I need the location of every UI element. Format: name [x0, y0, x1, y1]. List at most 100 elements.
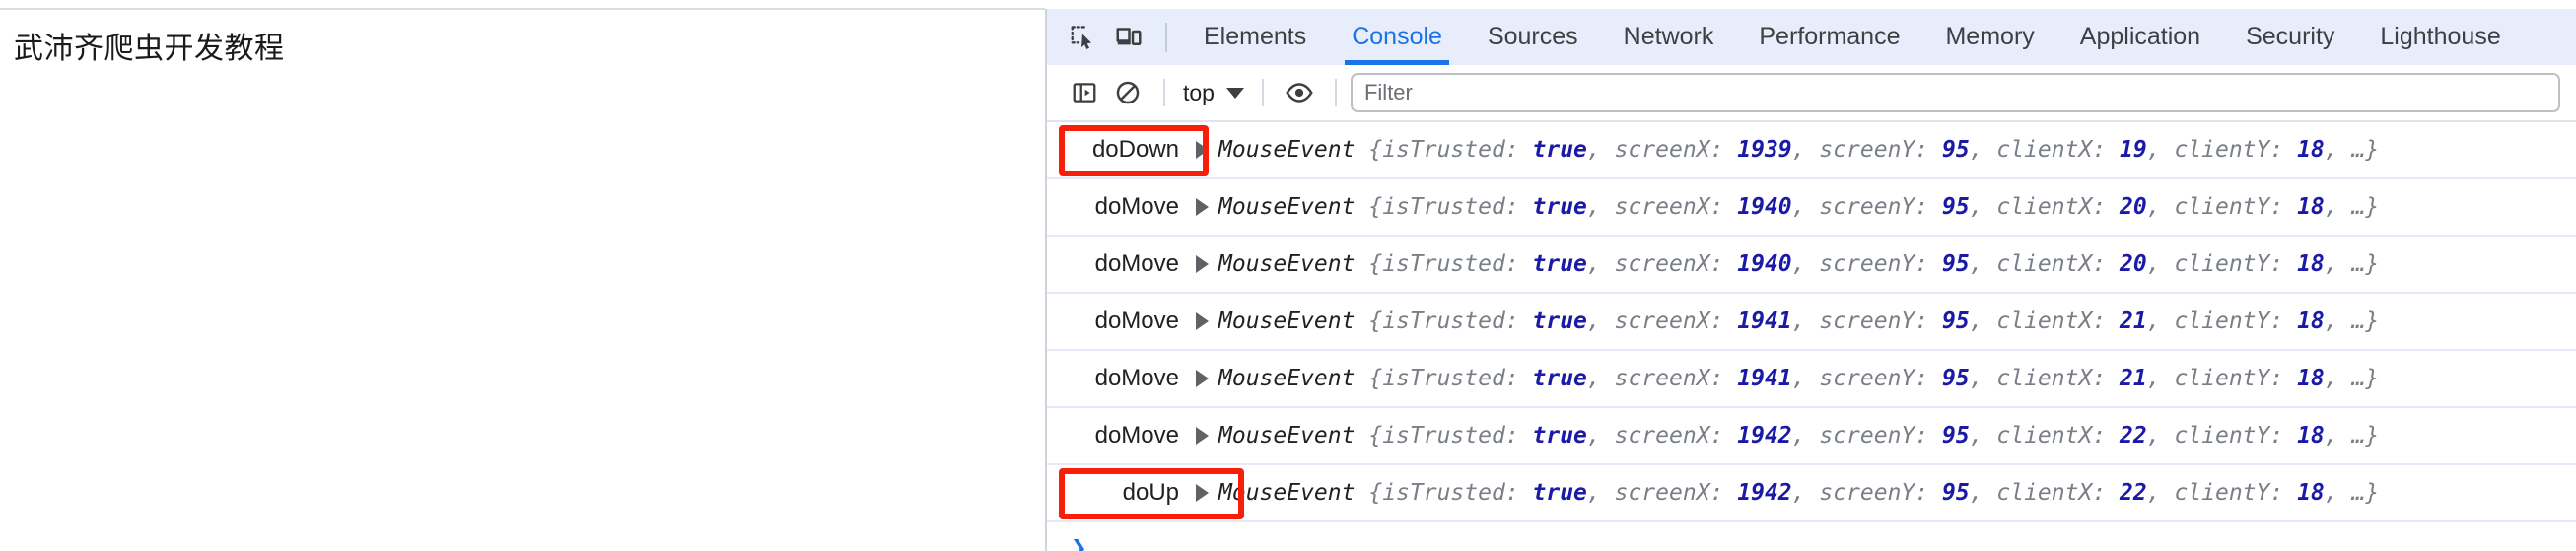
expand-triangle-icon[interactable] [1185, 370, 1218, 387]
console-message-label: doUp [1122, 479, 1179, 506]
console-filter-input[interactable] [1350, 73, 2560, 112]
prop-value: true [1532, 309, 1587, 334]
prop-value: 18 [2297, 251, 2325, 277]
prop-key: screenY [1819, 137, 1915, 163]
prop-key: clientX [1996, 137, 2093, 163]
tab-security[interactable]: Security [2223, 9, 2357, 65]
preview-ellipsis: … [2351, 251, 2366, 277]
page-title: 武沛齐爬虫开发教程 [14, 33, 285, 65]
object-constructor: MouseEvent [1218, 251, 1356, 277]
prop-key: screenX [1614, 423, 1710, 448]
prop-key: screenX [1614, 194, 1710, 220]
execution-context-selector[interactable]: top [1179, 80, 1248, 106]
prop-key: isTrusted [1382, 194, 1505, 220]
expand-triangle-icon[interactable] [1185, 312, 1218, 330]
prop-key: clientX [1996, 480, 2093, 506]
console-filter-wrapper [1350, 73, 2576, 112]
device-toolbar-icon[interactable] [1106, 16, 1151, 59]
execution-context-label: top [1183, 79, 1215, 105]
object-constructor: MouseEvent [1218, 137, 1356, 163]
console-message-list[interactable]: doDown MouseEvent {isTrusted: true, scre… [1047, 122, 2576, 551]
prop-value: 22 [2120, 423, 2147, 448]
expand-triangle-icon[interactable] [1185, 255, 1218, 273]
console-object-preview[interactable]: MouseEvent {isTrusted: true, screenX: 19… [1218, 194, 2379, 220]
preview-ellipsis: … [2351, 423, 2366, 448]
console-message-row[interactable]: doUp MouseEvent {isTrusted: true, screen… [1047, 465, 2576, 522]
prop-value: 95 [1941, 194, 1970, 220]
console-message-label: doMove [1094, 193, 1179, 220]
prop-key: clientX [1996, 366, 2093, 391]
prop-value: 95 [1941, 366, 1970, 391]
console-message-row[interactable]: doMove MouseEvent {isTrusted: true, scre… [1047, 294, 2576, 351]
prop-value: 22 [2120, 480, 2147, 506]
console-message-row[interactable]: doMove MouseEvent {isTrusted: true, scre… [1047, 237, 2576, 294]
tab-memory[interactable]: Memory [1922, 9, 2056, 65]
prop-value: 19 [2120, 137, 2147, 163]
clear-console-icon[interactable] [1106, 72, 1149, 113]
prop-value: 1941 [1737, 309, 1792, 334]
prop-value: 18 [2297, 480, 2325, 506]
prop-key: screenY [1819, 194, 1915, 220]
prop-key: clientY [2174, 309, 2270, 334]
prop-key: screenX [1614, 251, 1710, 277]
prop-key: clientY [2174, 423, 2270, 448]
devtools-panel: Elements Console Sources Network Perform… [1045, 9, 2576, 551]
prop-value: 18 [2297, 309, 2325, 334]
tab-performance[interactable]: Performance [1736, 9, 1922, 65]
prop-key: clientY [2174, 366, 2270, 391]
console-message-row[interactable]: doMove MouseEvent {isTrusted: true, scre… [1047, 408, 2576, 465]
tab-console[interactable]: Console [1329, 9, 1465, 65]
prop-value: 95 [1941, 480, 1970, 506]
prop-key: clientY [2174, 480, 2270, 506]
prop-key: isTrusted [1382, 251, 1505, 277]
prop-value: 1940 [1737, 251, 1792, 277]
prop-value: true [1532, 480, 1587, 506]
prop-value: 1939 [1737, 137, 1792, 163]
object-constructor: MouseEvent [1218, 309, 1356, 334]
console-object-preview[interactable]: MouseEvent {isTrusted: true, screenX: 19… [1218, 309, 2379, 334]
prop-value: 95 [1941, 251, 1970, 277]
prop-key: clientY [2174, 137, 2270, 163]
console-object-preview[interactable]: MouseEvent {isTrusted: true, screenX: 19… [1218, 251, 2379, 277]
prop-value: 21 [2120, 309, 2147, 334]
console-message-row[interactable]: doMove MouseEvent {isTrusted: true, scre… [1047, 351, 2576, 408]
tab-sources[interactable]: Sources [1465, 9, 1601, 65]
tab-lighthouse[interactable]: Lighthouse [2357, 9, 2523, 65]
prop-value: 18 [2297, 423, 2325, 448]
prop-key: screenY [1819, 480, 1915, 506]
tab-network[interactable]: Network [1601, 9, 1737, 65]
prop-key: screenY [1819, 251, 1915, 277]
console-object-preview[interactable]: MouseEvent {isTrusted: true, screenX: 19… [1218, 137, 2379, 163]
expand-triangle-icon[interactable] [1185, 427, 1218, 445]
web-page-viewport: 武沛齐爬虫开发教程 [0, 10, 1045, 551]
tab-elements[interactable]: Elements [1181, 9, 1329, 65]
console-sidebar-icon[interactable] [1063, 72, 1106, 113]
chevron-down-icon [1225, 87, 1244, 99]
inspect-element-icon[interactable] [1061, 16, 1106, 59]
live-expression-eye-icon[interactable] [1278, 72, 1321, 113]
console-toolbar-divider-3 [1334, 79, 1337, 106]
console-message-row[interactable]: doMove MouseEvent {isTrusted: true, scre… [1047, 179, 2576, 237]
console-message-label: doMove [1094, 308, 1179, 334]
expand-triangle-icon[interactable] [1185, 198, 1218, 216]
prop-value: true [1532, 251, 1587, 277]
prop-key: screenY [1819, 423, 1915, 448]
expand-triangle-icon[interactable] [1185, 141, 1218, 159]
console-object-preview[interactable]: MouseEvent {isTrusted: true, screenX: 19… [1218, 423, 2379, 448]
tab-application[interactable]: Application [2057, 9, 2223, 65]
prop-key: isTrusted [1382, 309, 1505, 334]
expand-triangle-icon[interactable] [1185, 484, 1218, 502]
console-object-preview[interactable]: MouseEvent {isTrusted: true, screenX: 19… [1218, 480, 2379, 506]
console-prompt-row[interactable]: ❯ [1047, 522, 2576, 551]
console-message-row[interactable]: doDown MouseEvent {isTrusted: true, scre… [1047, 122, 2576, 179]
prop-value: 1940 [1737, 194, 1792, 220]
console-object-preview[interactable]: MouseEvent {isTrusted: true, screenX: 19… [1218, 366, 2379, 391]
prop-key: clientX [1996, 194, 2093, 220]
prop-value: 18 [2297, 194, 2325, 220]
prop-key: isTrusted [1382, 480, 1505, 506]
tabbar-divider [1165, 22, 1167, 52]
prop-value: 95 [1941, 423, 1970, 448]
prop-key: clientY [2174, 251, 2270, 277]
prop-value: 1941 [1737, 366, 1792, 391]
prop-value: 20 [2120, 251, 2147, 277]
